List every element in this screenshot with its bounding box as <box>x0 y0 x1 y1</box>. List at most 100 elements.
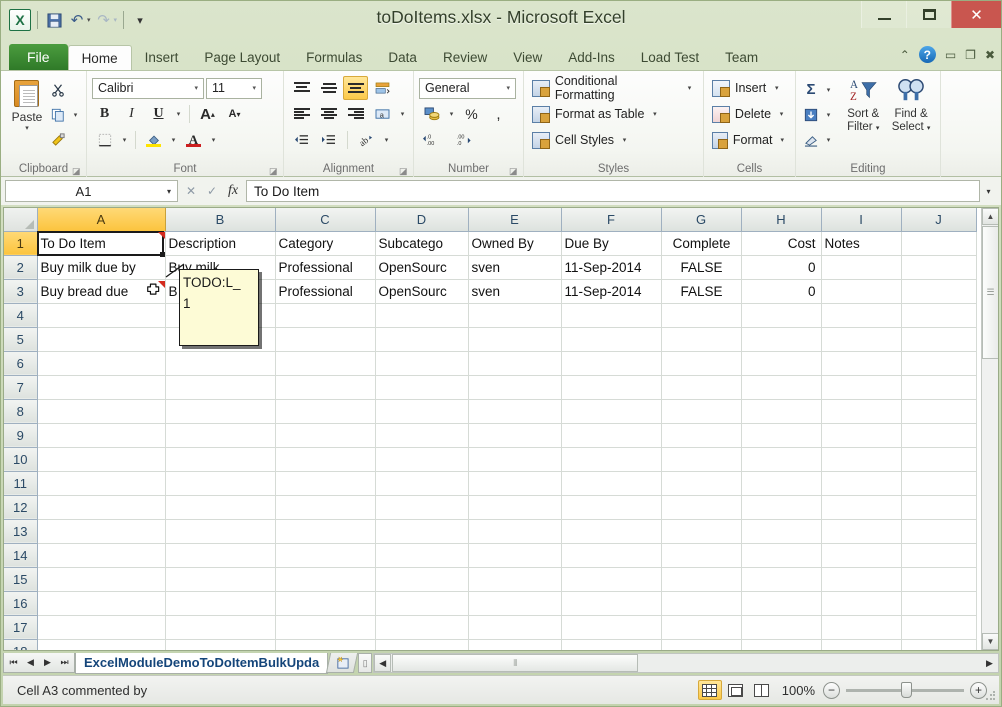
chevron-down-icon[interactable]: ▾ <box>771 84 782 92</box>
cell-D9[interactable] <box>375 423 469 448</box>
sheet-tab-active[interactable]: ExcelModuleDemoToDoItemBulkUpda <box>75 652 329 674</box>
cell-E18[interactable] <box>468 639 562 650</box>
cell-G17[interactable] <box>661 615 742 640</box>
comment-indicator-b1[interactable] <box>158 232 165 239</box>
name-box-dropdown-arrow[interactable]: ▾ <box>161 187 177 196</box>
cell-A3[interactable]: Buy bread due <box>37 279 166 304</box>
cell-F4[interactable] <box>561 303 662 328</box>
cell-C3[interactable]: Professional <box>275 279 376 304</box>
cell-H4[interactable] <box>741 303 822 328</box>
find-select-button[interactable]: Find & Select ▾ <box>887 75 935 161</box>
row-header-3[interactable]: 3 <box>4 279 38 304</box>
cell-F13[interactable] <box>561 519 662 544</box>
cell-G5[interactable] <box>661 327 742 352</box>
cell-A6[interactable] <box>37 351 166 376</box>
cell-B13[interactable] <box>165 519 276 544</box>
row-header-1[interactable]: 1 <box>4 231 38 256</box>
cell-G18[interactable] <box>661 639 742 650</box>
cell-D10[interactable] <box>375 447 469 472</box>
cell-B16[interactable] <box>165 591 276 616</box>
cell-G9[interactable] <box>661 423 742 448</box>
cell-E11[interactable] <box>468 471 562 496</box>
cell-G2[interactable]: FALSE <box>661 255 742 280</box>
font-size-combo[interactable]: 11 ▾ <box>206 77 262 99</box>
column-header-h[interactable]: H <box>741 208 822 232</box>
row-header-12[interactable]: 12 <box>4 495 38 520</box>
row-header-14[interactable]: 14 <box>4 543 38 568</box>
column-header-g[interactable]: G <box>661 208 742 232</box>
align-right-icon[interactable] <box>343 102 368 126</box>
cell-J17[interactable] <box>901 615 977 640</box>
chevron-down-icon[interactable]: ▾ <box>649 110 660 118</box>
cell-A5[interactable] <box>37 327 166 352</box>
cell-B1[interactable]: Description <box>165 231 276 256</box>
cell-C6[interactable] <box>275 351 376 376</box>
cell-A8[interactable] <box>37 399 166 424</box>
tab-page-layout[interactable]: Page Layout <box>191 45 293 70</box>
conditional-formatting-button[interactable]: Conditional Formatting ▾ <box>529 74 698 102</box>
scroll-down-button[interactable]: ▼ <box>982 633 998 650</box>
cell-C10[interactable] <box>275 447 376 472</box>
cell-I16[interactable] <box>821 591 902 616</box>
font-dialog-launcher[interactable]: ◪ <box>269 166 279 176</box>
cell-D18[interactable] <box>375 639 469 650</box>
cell-I18[interactable] <box>821 639 902 650</box>
cell-D12[interactable] <box>375 495 469 520</box>
cell-D2[interactable]: OpenSourc <box>375 255 469 280</box>
cell-C4[interactable] <box>275 303 376 328</box>
cell-B18[interactable] <box>165 639 276 650</box>
tab-data[interactable]: Data <box>375 45 430 70</box>
cell-E15[interactable] <box>468 567 562 592</box>
cell-J9[interactable] <box>901 423 977 448</box>
cell-F1[interactable]: Due By <box>561 231 662 256</box>
row-header-17[interactable]: 17 <box>4 615 38 640</box>
window-cascade-icon[interactable]: ❐ <box>965 48 976 62</box>
fill-icon[interactable] <box>801 103 821 127</box>
cell-B15[interactable] <box>165 567 276 592</box>
cell-C14[interactable] <box>275 543 376 568</box>
cell-J16[interactable] <box>901 591 977 616</box>
cell-J10[interactable] <box>901 447 977 472</box>
cell-E12[interactable] <box>468 495 562 520</box>
cell-A15[interactable] <box>37 567 166 592</box>
cell-H13[interactable] <box>741 519 822 544</box>
font-color-dropdown-arrow[interactable]: ▾ <box>208 136 219 144</box>
chevron-down-icon[interactable]: ▾ <box>777 136 787 144</box>
first-sheet-button[interactable]: ⏮ <box>5 654 22 672</box>
cell-H2[interactable]: 0 <box>741 255 822 280</box>
expand-formula-bar-icon[interactable]: ▾ <box>980 187 997 196</box>
insert-function-icon[interactable]: fx <box>223 181 243 202</box>
cell-H8[interactable] <box>741 399 822 424</box>
cell-F9[interactable] <box>561 423 662 448</box>
cell-A12[interactable] <box>37 495 166 520</box>
zoom-slider[interactable]: − + <box>823 681 999 699</box>
cell-B14[interactable] <box>165 543 276 568</box>
cell-D14[interactable] <box>375 543 469 568</box>
cell-F11[interactable] <box>561 471 662 496</box>
enter-formula-icon[interactable]: ✓ <box>202 181 222 202</box>
cell-F5[interactable] <box>561 327 662 352</box>
last-sheet-button[interactable]: ⏭ <box>56 654 73 672</box>
cell-I2[interactable] <box>821 255 902 280</box>
cell-E13[interactable] <box>468 519 562 544</box>
cell-C16[interactable] <box>275 591 376 616</box>
cell-E3[interactable]: sven <box>468 279 562 304</box>
cell-A14[interactable] <box>37 543 166 568</box>
paste-dropdown-arrow[interactable]: ▾ <box>25 124 29 132</box>
row-header-16[interactable]: 16 <box>4 591 38 616</box>
hscroll-left-button[interactable]: ◀ <box>374 654 392 672</box>
cell-F17[interactable] <box>561 615 662 640</box>
cell-G16[interactable] <box>661 591 742 616</box>
cell-J7[interactable] <box>901 375 977 400</box>
name-box[interactable]: A1 ▾ <box>5 180 178 202</box>
cell-A18[interactable] <box>37 639 166 650</box>
cell-J12[interactable] <box>901 495 977 520</box>
cell-A9[interactable] <box>37 423 166 448</box>
font-color-button[interactable]: A <box>181 128 206 152</box>
cell-G15[interactable] <box>661 567 742 592</box>
cell-E9[interactable] <box>468 423 562 448</box>
undo-icon[interactable]: ↶ <box>67 10 87 30</box>
cell-D5[interactable] <box>375 327 469 352</box>
chevron-down-icon[interactable]: ▾ <box>619 136 630 144</box>
cell-B7[interactable] <box>165 375 276 400</box>
